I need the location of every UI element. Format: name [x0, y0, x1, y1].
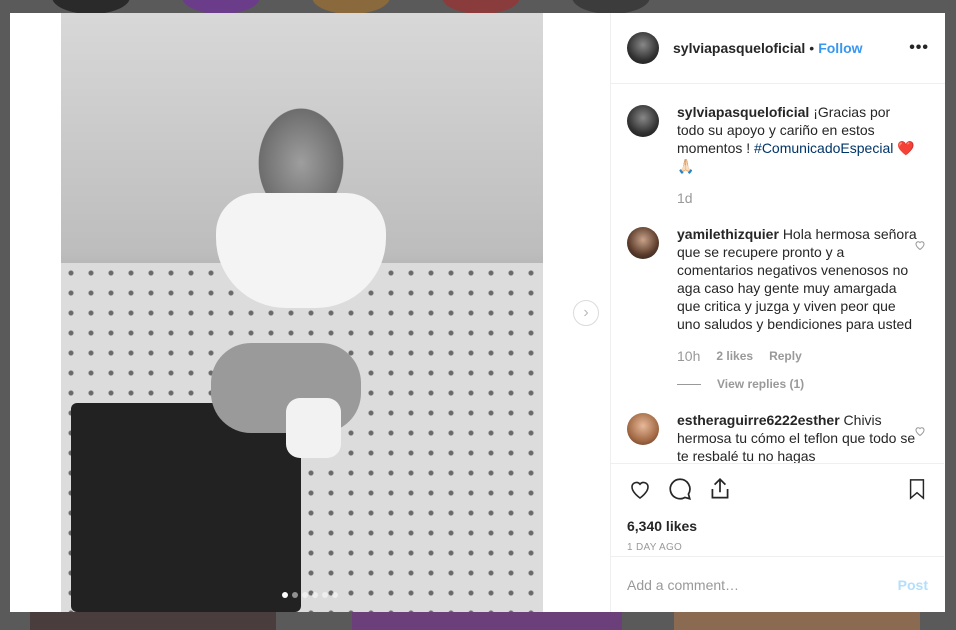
comment-item: estheraguirre6222esther Chivis hermosa t… — [627, 411, 928, 463]
background-grid-tile — [30, 612, 276, 630]
caption-username[interactable]: sylviapasqueloficial — [677, 104, 809, 120]
post-photo[interactable] — [61, 13, 543, 612]
chevron-right-icon: › — [583, 304, 589, 321]
photo-bandage — [286, 398, 341, 458]
carousel-dot — [282, 592, 288, 598]
comment-composer: Add a comment… Post — [611, 556, 944, 612]
caption-body: sylviapasqueloficial ¡Gracias por todo s… — [677, 103, 917, 207]
header-separator: • — [809, 40, 815, 56]
comment-body: estheraguirre6222esther Chivis hermosa t… — [677, 411, 917, 463]
comments-list[interactable]: sylviapasqueloficial ¡Gracias por todo s… — [611, 85, 944, 463]
post-modal: › sylviapasqueloficial • Follow ••• sylv… — [10, 13, 945, 612]
comment-heart-icon[interactable] — [914, 239, 928, 253]
comment-username[interactable]: estheraguirre6222esther — [677, 412, 840, 428]
carousel-dot — [332, 592, 338, 598]
comment-likes[interactable]: 2 likes — [716, 347, 753, 365]
comment-meta: 10h 2 likes Reply — [677, 347, 917, 365]
share-icon[interactable] — [707, 476, 733, 502]
post-sidebar: sylviapasqueloficial • Follow ••• sylvia… — [610, 13, 945, 612]
replies-divider — [677, 383, 701, 385]
background-grid-tile — [674, 612, 920, 630]
carousel-dot — [292, 592, 298, 598]
follow-button[interactable]: Follow — [818, 40, 862, 56]
comment-input[interactable]: Add a comment… — [627, 577, 739, 593]
view-replies-label: View replies (1) — [717, 377, 805, 391]
photo-arm-sling — [71, 403, 301, 612]
caption-time[interactable]: 1d — [677, 189, 693, 207]
post-media: › — [10, 13, 610, 612]
background-thumbnail — [312, 0, 390, 14]
author-avatar[interactable] — [627, 32, 659, 64]
carousel-dot — [302, 592, 308, 598]
bookmark-icon[interactable] — [906, 476, 928, 502]
carousel-dot — [322, 592, 328, 598]
background-thumbnails — [0, 0, 956, 14]
comment-item: yamilethizquier Hola hermosa señora que … — [627, 225, 928, 393]
heart-icon[interactable] — [627, 477, 653, 501]
author-username[interactable]: sylviapasqueloficial — [673, 40, 805, 56]
likes-count[interactable]: 6,340 likes — [627, 518, 928, 534]
caption-hashtag-link[interactable]: #ComunicadoEspecial — [754, 140, 893, 156]
carousel-dot — [312, 592, 318, 598]
author-avatar[interactable] — [627, 105, 659, 137]
carousel-indicator — [282, 592, 338, 598]
post-actions: 6,340 likes 1 DAY AGO — [611, 463, 944, 553]
comment-icon[interactable] — [667, 476, 693, 502]
background-grid-tile — [352, 612, 622, 630]
caption-comment: sylviapasqueloficial ¡Gracias por todo s… — [627, 103, 928, 207]
post-timestamp: 1 DAY AGO — [627, 542, 683, 553]
commenter-avatar[interactable] — [627, 413, 659, 445]
comment-body: yamilethizquier Hola hermosa señora que … — [677, 225, 917, 393]
comment-reply-button[interactable]: Reply — [769, 347, 802, 365]
background-thumbnail — [572, 0, 650, 14]
action-icons — [627, 476, 928, 502]
background-thumbnail — [442, 0, 520, 14]
commenter-avatar[interactable] — [627, 227, 659, 259]
background-thumbnail — [52, 0, 130, 14]
comment-username[interactable]: yamilethizquier — [677, 226, 779, 242]
comment-time[interactable]: 10h — [677, 347, 700, 365]
background-thumbnail — [182, 0, 260, 14]
view-replies-button[interactable]: View replies (1) — [677, 375, 917, 393]
more-options-icon[interactable]: ••• — [909, 39, 929, 57]
post-header: sylviapasqueloficial • Follow ••• — [611, 13, 945, 84]
photo-neck-brace — [216, 193, 386, 308]
caption-meta: 1d — [677, 189, 917, 207]
comment-heart-icon[interactable] — [914, 425, 928, 439]
carousel-next-button[interactable]: › — [573, 300, 599, 326]
post-comment-button[interactable]: Post — [898, 577, 928, 593]
